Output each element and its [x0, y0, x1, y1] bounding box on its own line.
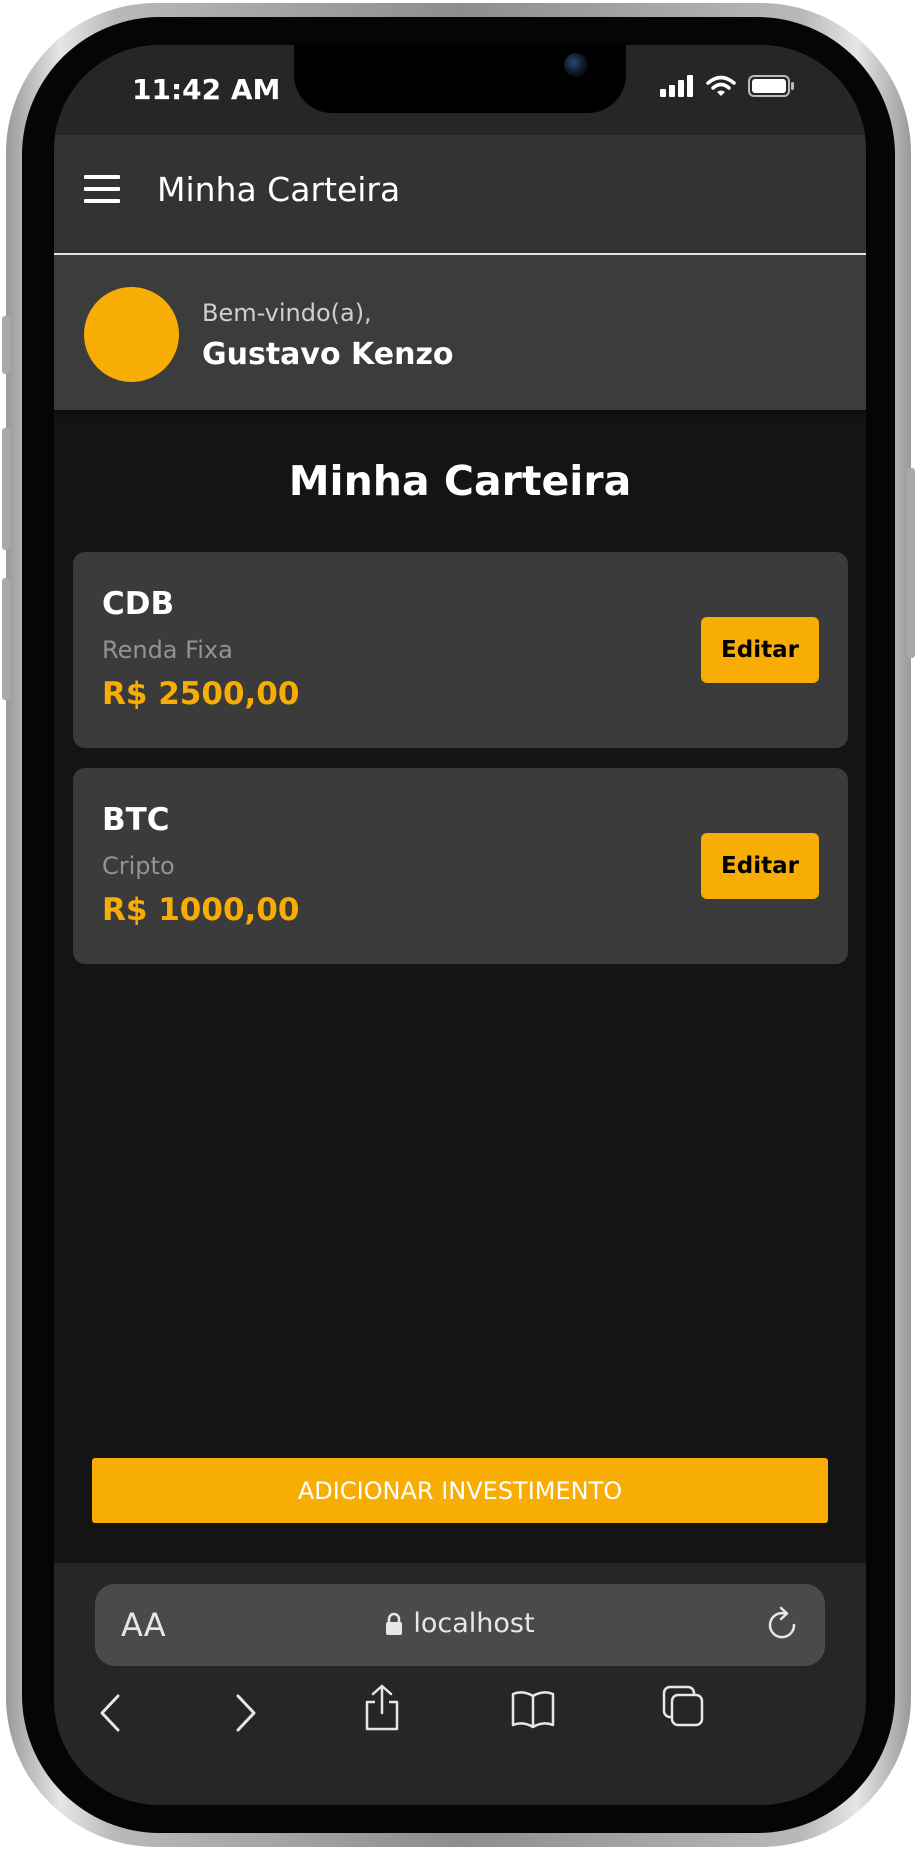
investment-category: Renda Fixa [102, 636, 233, 664]
bookmarks-icon[interactable] [510, 1689, 556, 1729]
edit-button[interactable]: Editar [701, 833, 819, 899]
welcome-text: Bem-vindo(a), [202, 299, 372, 327]
wifi-icon [706, 75, 736, 96]
screen: 11:42 AM Minha Carteira Bem-vindo(a), Gu… [54, 45, 866, 1805]
url-display: localhost [95, 1608, 825, 1639]
share-icon[interactable] [364, 1683, 400, 1733]
avatar [84, 287, 179, 382]
battery-icon [748, 75, 794, 97]
investment-value: R$ 2500,00 [102, 676, 300, 712]
status-time: 11:42 AM [132, 73, 281, 106]
investment-card: CDB Renda Fixa R$ 2500,00 Editar [73, 552, 848, 748]
reload-icon[interactable] [765, 1605, 799, 1643]
camera-icon [564, 53, 588, 77]
address-bar[interactable]: AA localhost [95, 1584, 825, 1666]
page-title: Minha Carteira [288, 457, 632, 505]
menu-icon[interactable] [84, 175, 120, 203]
power-button [907, 468, 915, 658]
app-bar-title: Minha Carteira [157, 170, 401, 209]
volume-up-button [2, 428, 10, 550]
investment-name: BTC [102, 802, 170, 838]
investment-name: CDB [102, 586, 175, 622]
silent-switch [2, 316, 10, 374]
volume-down-button [2, 578, 10, 700]
back-icon[interactable] [98, 1693, 122, 1733]
lock-icon [386, 1612, 403, 1635]
user-name: Gustavo Kenzo [202, 337, 454, 372]
browser-nav [54, 1683, 866, 1763]
app-bar: Minha Carteira [54, 135, 866, 255]
browser-toolbar: AA localhost [54, 1563, 866, 1805]
url-text: localhost [413, 1608, 535, 1639]
investment-category: Cripto [102, 852, 175, 880]
add-investment-button[interactable]: ADICIONAR INVESTIMENTO [92, 1458, 828, 1523]
status-icons [660, 75, 796, 97]
signal-icon [660, 75, 693, 97]
tabs-icon[interactable] [662, 1685, 704, 1727]
user-header: Bem-vindo(a), Gustavo Kenzo [54, 255, 866, 410]
notch [294, 45, 626, 113]
investment-card: BTC Cripto R$ 1000,00 Editar [73, 768, 848, 964]
investment-value: R$ 1000,00 [102, 892, 300, 928]
status-bar: 11:42 AM [54, 45, 866, 135]
forward-icon[interactable] [234, 1693, 258, 1733]
edit-button[interactable]: Editar [701, 617, 819, 683]
